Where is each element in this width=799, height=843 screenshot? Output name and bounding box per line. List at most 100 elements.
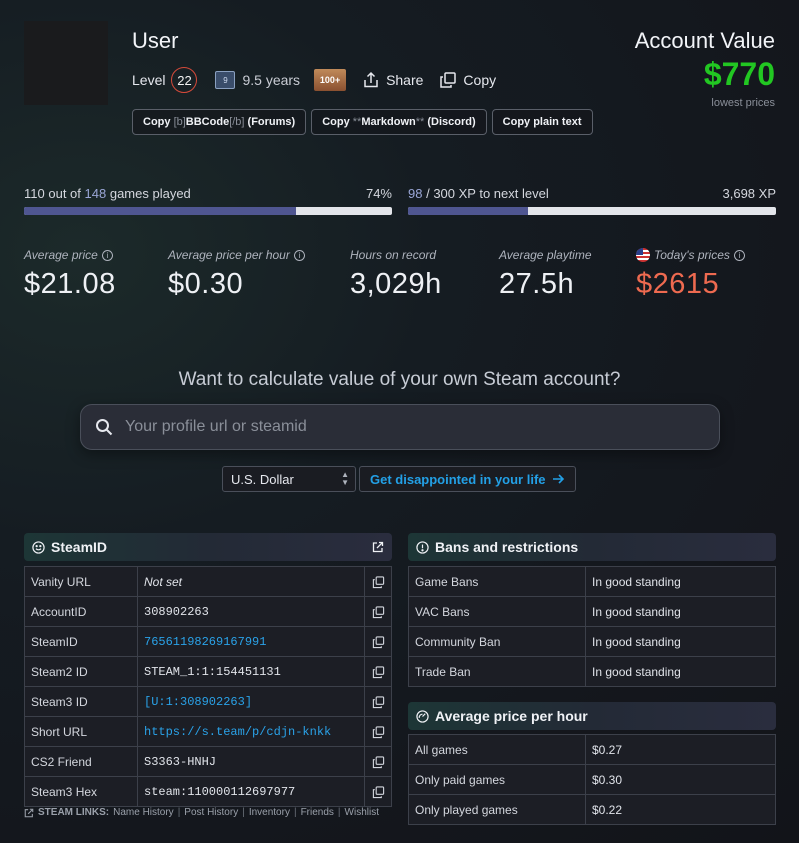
steam2-id-value: STEAM_1:1:154451131 xyxy=(137,656,365,687)
calculate-button-label: Get disappointed in your life xyxy=(370,471,546,487)
xp-total: 3,698 XP xyxy=(722,186,777,201)
copy-row-button[interactable] xyxy=(364,656,392,687)
row-label: CS2 Friend xyxy=(24,746,138,777)
copy-bbcode-close: [/b] xyxy=(229,116,245,128)
calculate-button[interactable]: Get disappointed in your life xyxy=(359,466,576,492)
bans-table: Game Bans In good standing VAC Bans In goo… xyxy=(408,566,776,687)
table-row: Short URL https://s.team/p/cdjn-knkk xyxy=(24,716,392,747)
currency-select[interactable]: U.S. Dollar ▲ ▼ xyxy=(222,466,356,492)
copy-format-buttons: Copy [b] BBCode [/b] (Forums) Copy ** Markd… xyxy=(132,109,593,135)
stat-todays-prices: Today's prices i $2615 xyxy=(636,248,745,301)
profile-search-input[interactable] xyxy=(125,418,685,436)
stat-average-price: Average price i $21.08 xyxy=(24,248,116,301)
info-icon[interactable]: i xyxy=(101,249,113,261)
vanity-url-value: Not set xyxy=(137,566,365,597)
steam-links: STEAM LINKS: Name History | Post History |… xyxy=(24,807,379,818)
profile-meta-row: Level 22 9 9.5 years 100+ Share Copy xyxy=(132,67,496,93)
search-box[interactable] xyxy=(80,404,720,450)
steamid-link[interactable]: 76561198269167991 xyxy=(137,626,365,657)
copy-icon xyxy=(372,756,384,768)
bans-panel: Bans and restrictions Game Bans In good s… xyxy=(408,533,776,687)
copy-row-button[interactable] xyxy=(364,776,392,807)
copy-markdown-button[interactable]: Copy ** Markdown ** (Discord) xyxy=(311,109,487,135)
copy-button[interactable]: Copy xyxy=(439,71,496,89)
table-row: SteamID 76561198269167991 xyxy=(24,626,392,657)
copy-row-button[interactable] xyxy=(364,716,392,747)
table-row: Trade Ban In good standing xyxy=(408,656,776,687)
xp-bar-fill xyxy=(408,207,529,215)
stat-hours-on-record: Hours on record 3,029h xyxy=(350,248,442,301)
info-icon[interactable]: i xyxy=(293,249,305,261)
bans-panel-title: Bans and restrictions xyxy=(435,539,579,555)
table-row: Steam2 ID STEAM_1:1:154451131 xyxy=(24,656,392,687)
stat-average-price-per-hour: Average price per hour i $0.30 xyxy=(168,248,305,301)
post-history-link[interactable]: Post History xyxy=(184,807,238,818)
table-row: AccountID 308902263 xyxy=(24,596,392,627)
short-url-link[interactable]: https://s.team/p/cdjn-knkk xyxy=(137,716,365,747)
level-badge: 22 xyxy=(171,67,198,93)
copy-markdown-close: ** xyxy=(415,116,425,128)
share-label: Share xyxy=(386,72,424,88)
xp-progress: 98 / 300 XP to next level 3,698 XP xyxy=(408,186,776,215)
games-played-bar xyxy=(24,207,392,215)
xp-text: 98 / 300 XP to next level xyxy=(408,186,549,201)
games-total-count: 148 xyxy=(84,186,107,201)
cs2-friend-value: S3363-HNHJ xyxy=(137,746,365,777)
stat-average-playtime-value: 27.5h xyxy=(499,268,575,300)
copy-bbcode-mid: BBCode xyxy=(185,116,230,128)
games-played-suffix: games played xyxy=(109,186,191,201)
info-icon[interactable]: i xyxy=(733,249,745,261)
row-label: SteamID xyxy=(24,626,138,657)
copy-bbcode-open: [b] xyxy=(173,116,186,128)
table-row: Game Bans In good standing xyxy=(408,566,776,597)
level-label: Level xyxy=(132,72,166,88)
copy-bbcode-button[interactable]: Copy [b] BBCode [/b] (Forums) xyxy=(132,109,307,135)
steam3-id-link[interactable]: [U:1:308902263] xyxy=(137,686,365,717)
account-value: $770 xyxy=(703,56,775,92)
stat-hours-on-record-value: 3,029h xyxy=(350,268,442,300)
inventory-link[interactable]: Inventory xyxy=(249,807,290,818)
copy-icon xyxy=(372,726,384,738)
row-label: Steam3 ID xyxy=(24,686,138,717)
share-button[interactable]: Share xyxy=(362,71,423,89)
row-label: Trade Ban xyxy=(408,656,586,687)
played-games-value: $0.22 xyxy=(585,794,776,825)
xp-next-level-text: / 300 XP to next level xyxy=(426,186,549,201)
steamid-table: Vanity URL Not set AccountID 308902263 Ste… xyxy=(24,566,392,807)
games-played-count: 110 xyxy=(24,186,45,201)
avg-price-hour-panel-title: Average price per hour xyxy=(435,708,588,724)
copy-markdown-mid: Markdown xyxy=(361,116,416,128)
vac-bans-value: In good standing xyxy=(585,596,776,627)
us-flag-icon xyxy=(636,248,650,262)
external-link-icon xyxy=(24,808,34,817)
copy-label: Copy xyxy=(463,72,497,88)
steam3-hex-value: steam:110000112697977 xyxy=(137,776,365,807)
copy-row-button[interactable] xyxy=(364,566,392,597)
copy-bbcode-post: (Forums) xyxy=(247,116,296,128)
select-arrows-icon: ▲ ▼ xyxy=(341,470,349,487)
stat-hours-on-record-label: Hours on record xyxy=(350,248,437,262)
external-link-icon[interactable] xyxy=(372,541,384,553)
copy-row-button[interactable] xyxy=(364,686,392,717)
games-played-percent: 74% xyxy=(365,186,392,201)
copy-icon xyxy=(372,636,384,648)
games-played-progress: 110 out of 148 games played 74% xyxy=(24,186,392,215)
wishlist-link[interactable]: Wishlist xyxy=(345,807,379,818)
bans-panel-header: Bans and restrictions xyxy=(408,533,776,561)
name-history-link[interactable]: Name History xyxy=(113,807,174,818)
copy-row-button[interactable] xyxy=(364,596,392,627)
account-value-subtitle: lowest prices xyxy=(711,97,775,109)
years-of-service: 9.5 years xyxy=(242,72,301,88)
steam-links-label: STEAM LINKS: xyxy=(38,807,110,818)
copy-icon xyxy=(372,606,384,618)
table-row: Only paid games $0.30 xyxy=(408,764,776,795)
friends-link[interactable]: Friends xyxy=(301,807,334,818)
copy-row-button[interactable] xyxy=(364,746,392,777)
trade-ban-value: In good standing xyxy=(585,656,776,687)
copy-plain-text-button[interactable]: Copy plain text xyxy=(491,109,593,135)
game-bans-value: In good standing xyxy=(585,566,776,597)
copy-row-button[interactable] xyxy=(364,626,392,657)
steamid-panel-header: SteamID xyxy=(24,533,392,561)
xp-bar xyxy=(408,207,776,215)
row-label: Steam3 Hex xyxy=(24,776,138,807)
